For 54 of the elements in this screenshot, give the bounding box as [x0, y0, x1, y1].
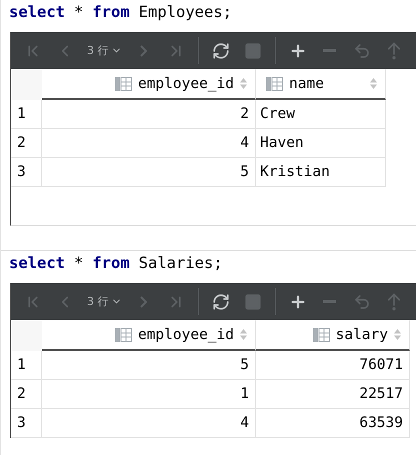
- row-count-dropdown[interactable]: 3 行: [83, 38, 126, 62]
- sql-text: *: [74, 254, 84, 274]
- sort-icon[interactable]: [240, 329, 247, 340]
- table-cell: Crew: [256, 100, 386, 129]
- sort-icon[interactable]: [240, 78, 247, 89]
- corner-cell: [11, 320, 42, 351]
- table-cell: 5: [42, 351, 256, 380]
- corner-cell: [11, 69, 42, 100]
- next-page-icon: [140, 44, 147, 56]
- remove-icon: [323, 300, 336, 303]
- table-cell: 5: [42, 158, 256, 187]
- table-cell: 4: [42, 409, 256, 438]
- table-cell: Haven: [256, 129, 386, 158]
- sql-text: *: [74, 3, 84, 23]
- row-number: 3: [11, 409, 42, 438]
- sql-keyword: from: [92, 3, 130, 23]
- table-icon: [114, 76, 132, 90]
- sort-icon[interactable]: [394, 329, 401, 340]
- column-header[interactable]: employee_id: [42, 320, 256, 351]
- row-count-dropdown[interactable]: 3 行: [83, 290, 126, 314]
- table-cell: 76071: [256, 351, 410, 380]
- table-cell: 22517: [256, 380, 410, 409]
- column-header[interactable]: salary: [256, 320, 410, 351]
- table-cell: 4: [42, 129, 256, 158]
- refresh-icon: [212, 292, 230, 310]
- table-icon: [312, 328, 330, 342]
- row-number: 1: [11, 351, 42, 380]
- next-page-icon: [140, 296, 147, 308]
- remove-icon: [323, 49, 336, 52]
- table-icon: [114, 328, 132, 342]
- row-number: 1: [11, 100, 42, 129]
- sql-keyword: from: [92, 254, 130, 274]
- sort-icon[interactable]: [370, 78, 377, 89]
- row-number: 3: [11, 158, 42, 187]
- sql-keyword: select: [9, 254, 65, 274]
- table-cell: 1: [42, 380, 256, 409]
- stop-icon: [244, 42, 262, 60]
- stop-icon: [244, 292, 262, 310]
- add-icon: [288, 292, 306, 310]
- undo-icon: [352, 42, 370, 60]
- column-header[interactable]: employee_id: [42, 69, 256, 100]
- sql-text: Employees;: [138, 3, 232, 23]
- undo-icon: [352, 292, 370, 310]
- sql-text: Salaries;: [138, 254, 223, 274]
- table-icon: [266, 76, 283, 90]
- row-number: 2: [11, 129, 42, 158]
- table-cell: 63539: [256, 409, 410, 438]
- add-icon: [288, 42, 306, 60]
- table-cell: 2: [42, 100, 256, 129]
- refresh-icon: [212, 42, 230, 60]
- sql-keyword: select: [9, 3, 65, 23]
- row-number: 2: [11, 380, 42, 409]
- table-cell: Kristian: [256, 158, 386, 187]
- column-header[interactable]: name: [256, 69, 386, 100]
